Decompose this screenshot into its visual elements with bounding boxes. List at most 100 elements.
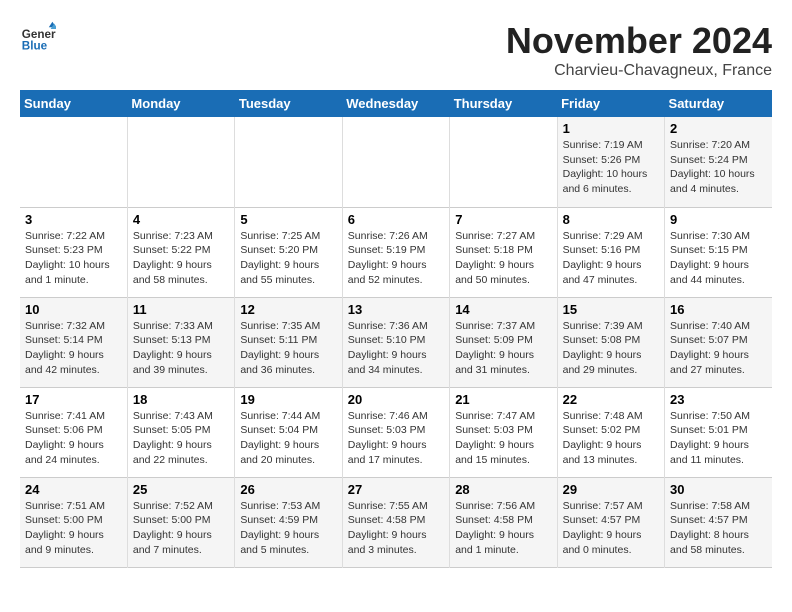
day-number: 8 [563,212,659,227]
day-number: 21 [455,392,551,407]
day-number: 24 [25,482,122,497]
day-info: Sunrise: 7:33 AM Sunset: 5:13 PM Dayligh… [133,319,229,378]
calendar-cell: 8 Sunrise: 7:29 AM Sunset: 5:16 PM Daylig… [557,207,664,297]
calendar-cell [235,117,342,207]
calendar-cell: 12 Sunrise: 7:35 AM Sunset: 5:11 PM Dayli… [235,297,342,387]
day-number: 17 [25,392,122,407]
calendar-cell: 13 Sunrise: 7:36 AM Sunset: 5:10 PM Dayli… [342,297,449,387]
calendar-cell: 5 Sunrise: 7:25 AM Sunset: 5:20 PM Daylig… [235,207,342,297]
day-info: Sunrise: 7:35 AM Sunset: 5:11 PM Dayligh… [240,319,336,378]
day-info: Sunrise: 7:53 AM Sunset: 4:59 PM Dayligh… [240,499,336,558]
day-info: Sunrise: 7:40 AM Sunset: 5:07 PM Dayligh… [670,319,767,378]
day-info: Sunrise: 7:52 AM Sunset: 5:00 PM Dayligh… [133,499,229,558]
calendar-cell: 15 Sunrise: 7:39 AM Sunset: 5:08 PM Dayli… [557,297,664,387]
calendar-cell [342,117,449,207]
location-subtitle: Charvieu-Chavagneux, France [506,62,772,80]
day-number: 7 [455,212,551,227]
day-info: Sunrise: 7:46 AM Sunset: 5:03 PM Dayligh… [348,409,444,468]
day-info: Sunrise: 7:50 AM Sunset: 5:01 PM Dayligh… [670,409,767,468]
calendar-cell: 25 Sunrise: 7:52 AM Sunset: 5:00 PM Dayli… [127,477,234,567]
day-info: Sunrise: 7:55 AM Sunset: 4:58 PM Dayligh… [348,499,444,558]
day-info: Sunrise: 7:26 AM Sunset: 5:19 PM Dayligh… [348,229,444,288]
day-info: Sunrise: 7:41 AM Sunset: 5:06 PM Dayligh… [25,409,122,468]
day-info: Sunrise: 7:29 AM Sunset: 5:16 PM Dayligh… [563,229,659,288]
week-row-3: 10Sunrise: 7:32 AM Sunset: 5:14 PM Dayli… [20,297,772,387]
weekday-header-tuesday: Tuesday [235,90,342,117]
day-info: Sunrise: 7:39 AM Sunset: 5:08 PM Dayligh… [563,319,659,378]
day-number: 5 [240,212,336,227]
calendar-cell: 26Sunrise: 7:53 AM Sunset: 4:59 PM Dayli… [235,477,342,567]
weekday-header-friday: Friday [557,90,664,117]
day-number: 30 [670,482,767,497]
day-info: Sunrise: 7:56 AM Sunset: 4:58 PM Dayligh… [455,499,551,558]
day-info: Sunrise: 7:20 AM Sunset: 5:24 PM Dayligh… [670,138,767,197]
day-info: Sunrise: 7:27 AM Sunset: 5:18 PM Dayligh… [455,229,551,288]
calendar-cell: 3 Sunrise: 7:22 AM Sunset: 5:23 PM Daylig… [20,207,127,297]
day-info: Sunrise: 7:22 AM Sunset: 5:23 PM Dayligh… [25,229,122,288]
calendar-cell: 9Sunrise: 7:30 AM Sunset: 5:15 PM Daylig… [665,207,772,297]
calendar-cell: 29 Sunrise: 7:57 AM Sunset: 4:57 PM Dayli… [557,477,664,567]
day-info: Sunrise: 7:48 AM Sunset: 5:02 PM Dayligh… [563,409,659,468]
calendar-cell: 21 Sunrise: 7:47 AM Sunset: 5:03 PM Dayli… [450,387,557,477]
calendar-cell: 19Sunrise: 7:44 AM Sunset: 5:04 PM Dayli… [235,387,342,477]
calendar-cell: 18 Sunrise: 7:43 AM Sunset: 5:05 PM Dayli… [127,387,234,477]
week-row-1: 1Sunrise: 7:19 AM Sunset: 5:26 PM Daylig… [20,117,772,207]
calendar-cell: 1Sunrise: 7:19 AM Sunset: 5:26 PM Daylig… [557,117,664,207]
day-number: 12 [240,302,336,317]
day-info: Sunrise: 7:25 AM Sunset: 5:20 PM Dayligh… [240,229,336,288]
day-info: Sunrise: 7:23 AM Sunset: 5:22 PM Dayligh… [133,229,229,288]
calendar-cell: 10Sunrise: 7:32 AM Sunset: 5:14 PM Dayli… [20,297,127,387]
day-number: 18 [133,392,229,407]
day-number: 29 [563,482,659,497]
day-info: Sunrise: 7:37 AM Sunset: 5:09 PM Dayligh… [455,319,551,378]
month-year-title: November 2024 [506,20,772,62]
day-number: 6 [348,212,444,227]
calendar-cell: 17 Sunrise: 7:41 AM Sunset: 5:06 PM Dayli… [20,387,127,477]
calendar-cell: 4 Sunrise: 7:23 AM Sunset: 5:22 PM Daylig… [127,207,234,297]
day-number: 4 [133,212,229,227]
day-number: 3 [25,212,122,227]
weekday-header-saturday: Saturday [665,90,772,117]
calendar-cell [127,117,234,207]
day-number: 23 [670,392,767,407]
day-number: 22 [563,392,659,407]
day-info: Sunrise: 7:43 AM Sunset: 5:05 PM Dayligh… [133,409,229,468]
day-number: 28 [455,482,551,497]
calendar-cell: 6 Sunrise: 7:26 AM Sunset: 5:19 PM Daylig… [342,207,449,297]
calendar-cell: 11 Sunrise: 7:33 AM Sunset: 5:13 PM Dayli… [127,297,234,387]
calendar-cell [20,117,127,207]
calendar-cell: 16 Sunrise: 7:40 AM Sunset: 5:07 PM Dayli… [665,297,772,387]
calendar-cell: 23 Sunrise: 7:50 AM Sunset: 5:01 PM Dayli… [665,387,772,477]
day-number: 20 [348,392,444,407]
week-row-4: 17 Sunrise: 7:41 AM Sunset: 5:06 PM Dayli… [20,387,772,477]
weekday-header-row: SundayMondayTuesdayWednesdayThursdayFrid… [20,90,772,117]
day-number: 25 [133,482,229,497]
calendar-cell: 2 Sunrise: 7:20 AM Sunset: 5:24 PM Daylig… [665,117,772,207]
weekday-header-monday: Monday [127,90,234,117]
calendar-cell: 24 Sunrise: 7:51 AM Sunset: 5:00 PM Dayli… [20,477,127,567]
logo-icon: General Blue [20,20,56,56]
day-info: Sunrise: 7:51 AM Sunset: 5:00 PM Dayligh… [25,499,122,558]
day-info: Sunrise: 7:36 AM Sunset: 5:10 PM Dayligh… [348,319,444,378]
day-number: 16 [670,302,767,317]
calendar-cell: 28 Sunrise: 7:56 AM Sunset: 4:58 PM Dayli… [450,477,557,567]
day-number: 2 [670,121,767,136]
weekday-header-sunday: Sunday [20,90,127,117]
calendar-cell: 22 Sunrise: 7:48 AM Sunset: 5:02 PM Dayli… [557,387,664,477]
day-info: Sunrise: 7:44 AM Sunset: 5:04 PM Dayligh… [240,409,336,468]
logo: General Blue [20,20,56,56]
calendar-cell [450,117,557,207]
day-info: Sunrise: 7:57 AM Sunset: 4:57 PM Dayligh… [563,499,659,558]
page-header: General Blue November 2024 Charvieu-Chav… [20,20,772,80]
calendar-cell: 20 Sunrise: 7:46 AM Sunset: 5:03 PM Dayli… [342,387,449,477]
day-number: 11 [133,302,229,317]
day-number: 13 [348,302,444,317]
day-info: Sunrise: 7:19 AM Sunset: 5:26 PM Dayligh… [563,138,659,197]
day-info: Sunrise: 7:47 AM Sunset: 5:03 PM Dayligh… [455,409,551,468]
calendar-cell: 30Sunrise: 7:58 AM Sunset: 4:57 PM Dayli… [665,477,772,567]
week-row-5: 24 Sunrise: 7:51 AM Sunset: 5:00 PM Dayli… [20,477,772,567]
calendar-cell: 27Sunrise: 7:55 AM Sunset: 4:58 PM Dayli… [342,477,449,567]
title-area: November 2024 Charvieu-Chavagneux, Franc… [506,20,772,80]
day-info: Sunrise: 7:30 AM Sunset: 5:15 PM Dayligh… [670,229,767,288]
day-number: 15 [563,302,659,317]
